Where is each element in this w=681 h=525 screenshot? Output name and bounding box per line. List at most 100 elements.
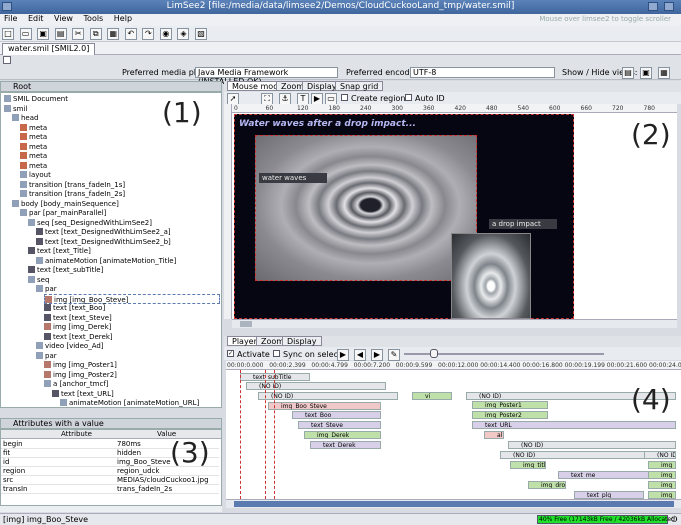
tree-node[interactable]: seq bbox=[28, 275, 49, 285]
save-as-icon[interactable]: ▤ bbox=[54, 28, 67, 40]
caption-water-waves[interactable]: water waves bbox=[259, 173, 327, 183]
tree-node[interactable]: layout bbox=[20, 170, 51, 180]
timeline-item[interactable]: img_wav bbox=[648, 461, 676, 469]
water-waves-image[interactable] bbox=[255, 135, 477, 281]
timeline-hscrollbar[interactable] bbox=[226, 499, 681, 508]
menu-help[interactable]: Help bbox=[114, 14, 132, 23]
tree-node[interactable]: animateMotion [animateMotion_Title] bbox=[36, 256, 176, 266]
validate-icon[interactable]: ◉ bbox=[159, 28, 172, 40]
tree-node[interactable]: transition [trans_fadeIn_1s] bbox=[20, 180, 125, 190]
attr-value[interactable]: hidden bbox=[117, 449, 141, 458]
tree-node[interactable]: text [text_Derek] bbox=[44, 332, 113, 342]
tree-node[interactable]: par bbox=[36, 351, 57, 361]
menu-file[interactable]: File bbox=[4, 14, 17, 23]
document-tab[interactable]: water.smil [SMIL2.0] bbox=[2, 43, 96, 55]
timeline-hscroll-thumb[interactable] bbox=[234, 501, 674, 507]
play-icon[interactable]: ▶ bbox=[337, 349, 349, 361]
timeline-item[interactable]: img_Derek bbox=[304, 431, 381, 439]
preview-icon[interactable]: ◈ bbox=[177, 28, 190, 40]
attr-row[interactable]: transIn trans_fadeIn_2s bbox=[1, 485, 219, 494]
timeline-item[interactable]: text_Steve bbox=[298, 421, 381, 429]
stage-hscroll-thumb[interactable] bbox=[240, 321, 252, 327]
tree-node[interactable]: meta bbox=[20, 161, 47, 171]
tree-node[interactable]: smil bbox=[4, 104, 27, 114]
attr-splitter[interactable] bbox=[0, 506, 222, 512]
create-region-checkbox[interactable] bbox=[341, 94, 348, 101]
document-tree[interactable]: SMIL Document smil head meta meta meta meta met… bbox=[0, 92, 222, 408]
tree-node[interactable]: seq [seq_DesignedWithLimSee2] bbox=[28, 218, 152, 228]
timeline-item[interactable]: img_wav bbox=[648, 491, 676, 499]
tab-snap-grid[interactable]: Snap grid bbox=[335, 81, 384, 91]
tree-node[interactable]: a [anchor_tmcf] bbox=[44, 379, 109, 389]
close-doc-icon[interactable] bbox=[3, 56, 11, 64]
menu-edit[interactable]: Edit bbox=[28, 14, 44, 23]
tree-node[interactable]: animateMotion [animateMotion_URL] bbox=[60, 398, 199, 407]
attr-value[interactable]: img_Boo_Steve bbox=[117, 458, 171, 467]
title-text[interactable]: Water waves after a drop impact... bbox=[239, 119, 416, 129]
memory-bar[interactable]: 40% Free (17143kB Free / 42036kB Allocat… bbox=[537, 515, 677, 524]
player-select[interactable]: Java Media Framework (INSTALLED OK) bbox=[195, 67, 338, 86]
timeline-item[interactable]: text_Derek bbox=[310, 441, 381, 449]
tree-node[interactable]: meta bbox=[20, 132, 47, 142]
activate-checkbox[interactable]: ✓ bbox=[227, 350, 234, 357]
timeline-item[interactable]: img_Poster2 bbox=[472, 411, 548, 419]
tree-node[interactable]: text [text_Boo] bbox=[44, 303, 105, 313]
tree-node[interactable]: meta bbox=[20, 123, 47, 133]
tree-node[interactable]: transition [trans_fadeIn_2s] bbox=[20, 189, 125, 199]
tree-node[interactable]: head bbox=[12, 113, 38, 123]
export-icon[interactable]: ▧ bbox=[195, 28, 208, 40]
tree-node[interactable]: text [text_DesignedWithLimSee2_b] bbox=[36, 237, 171, 247]
attr-value[interactable]: 780ms bbox=[117, 440, 141, 449]
timeline-area[interactable]: text_subTitle (NO ID) (NO ID) img_Boo_Steve… bbox=[226, 370, 681, 499]
tree-node[interactable]: img [img_Poster2] bbox=[44, 370, 117, 380]
tree-node[interactable]: img [img_Boo_Steve] bbox=[44, 293, 220, 304]
view-stage-icon[interactable]: ▣ bbox=[640, 67, 652, 79]
undo-icon[interactable]: ↶ bbox=[124, 28, 137, 40]
auto-id-checkbox[interactable] bbox=[405, 94, 412, 101]
attr-value[interactable]: MEDIAS/cloudCuckoo1.jpg bbox=[117, 476, 209, 485]
tree-node[interactable]: SMIL Document bbox=[4, 94, 68, 104]
pen-icon[interactable]: ✎ bbox=[388, 349, 400, 361]
timeline-item[interactable]: text_plg bbox=[574, 491, 644, 499]
time-slider-thumb[interactable] bbox=[430, 349, 438, 358]
tree-node[interactable]: text [text_subTitle] bbox=[28, 265, 103, 275]
sync-checkbox[interactable] bbox=[273, 350, 280, 357]
tree-node[interactable]: text [text_Title] bbox=[28, 246, 91, 256]
menu-view[interactable]: View bbox=[54, 14, 73, 23]
tree-node[interactable]: meta bbox=[20, 142, 47, 152]
timeline-item[interactable]: text_subTitle bbox=[240, 373, 310, 381]
attr-row[interactable]: src MEDIAS/cloudCuckoo1.jpg bbox=[1, 476, 219, 485]
tree-node[interactable]: body [body_mainSequence] bbox=[12, 199, 119, 209]
tree-node[interactable]: img [img_Poster1] bbox=[44, 360, 117, 370]
view-tree-icon[interactable]: ▤ bbox=[622, 67, 634, 79]
save-icon[interactable]: ▣ bbox=[37, 28, 50, 40]
timeline-item[interactable]: (NO ID) bbox=[508, 441, 676, 449]
timeline-item[interactable]: (NO ID) bbox=[246, 382, 386, 390]
step-forward-icon[interactable]: ▶ bbox=[371, 349, 383, 361]
view-timeline-icon[interactable]: ▦ bbox=[658, 67, 670, 79]
smil-root-region[interactable]: Water waves after a drop impact... water… bbox=[234, 114, 574, 319]
timeline-item[interactable]: (NO ID) bbox=[258, 392, 398, 400]
tree-node[interactable]: video [video_Ad] bbox=[36, 341, 104, 351]
tree-node[interactable]: text [text_URL] bbox=[52, 389, 114, 399]
tree-node[interactable]: par bbox=[36, 284, 57, 294]
attr-value[interactable]: region_udck bbox=[117, 467, 159, 476]
timeline-item[interactable]: text_Boo bbox=[292, 411, 381, 419]
timeline-item[interactable]: img_title bbox=[510, 461, 546, 469]
menu-tools[interactable]: Tools bbox=[84, 14, 104, 23]
close-icon[interactable] bbox=[664, 2, 674, 11]
timeline-item[interactable]: img_wav bbox=[648, 471, 676, 479]
step-back-icon[interactable]: ◀ bbox=[354, 349, 366, 361]
tree-node[interactable]: text [text_DesignedWithLimSee2_a] bbox=[36, 227, 171, 237]
copy-icon[interactable]: ⧉ bbox=[89, 28, 102, 40]
tree-node[interactable]: img [img_Derek] bbox=[44, 322, 111, 332]
minimize-icon[interactable] bbox=[648, 2, 658, 11]
tree-node[interactable]: meta bbox=[20, 151, 47, 161]
stage-hscrollbar[interactable] bbox=[232, 319, 677, 328]
caption-drop-impact[interactable]: a drop impact bbox=[489, 219, 557, 229]
open-icon[interactable]: ▭ bbox=[19, 28, 32, 40]
timeline-item[interactable]: img_drop bbox=[528, 481, 566, 489]
drop-impact-image[interactable] bbox=[451, 233, 531, 319]
timeline-item[interactable]: text_URL bbox=[472, 421, 676, 429]
tree-node[interactable]: par [par_mainParallel] bbox=[20, 208, 106, 218]
